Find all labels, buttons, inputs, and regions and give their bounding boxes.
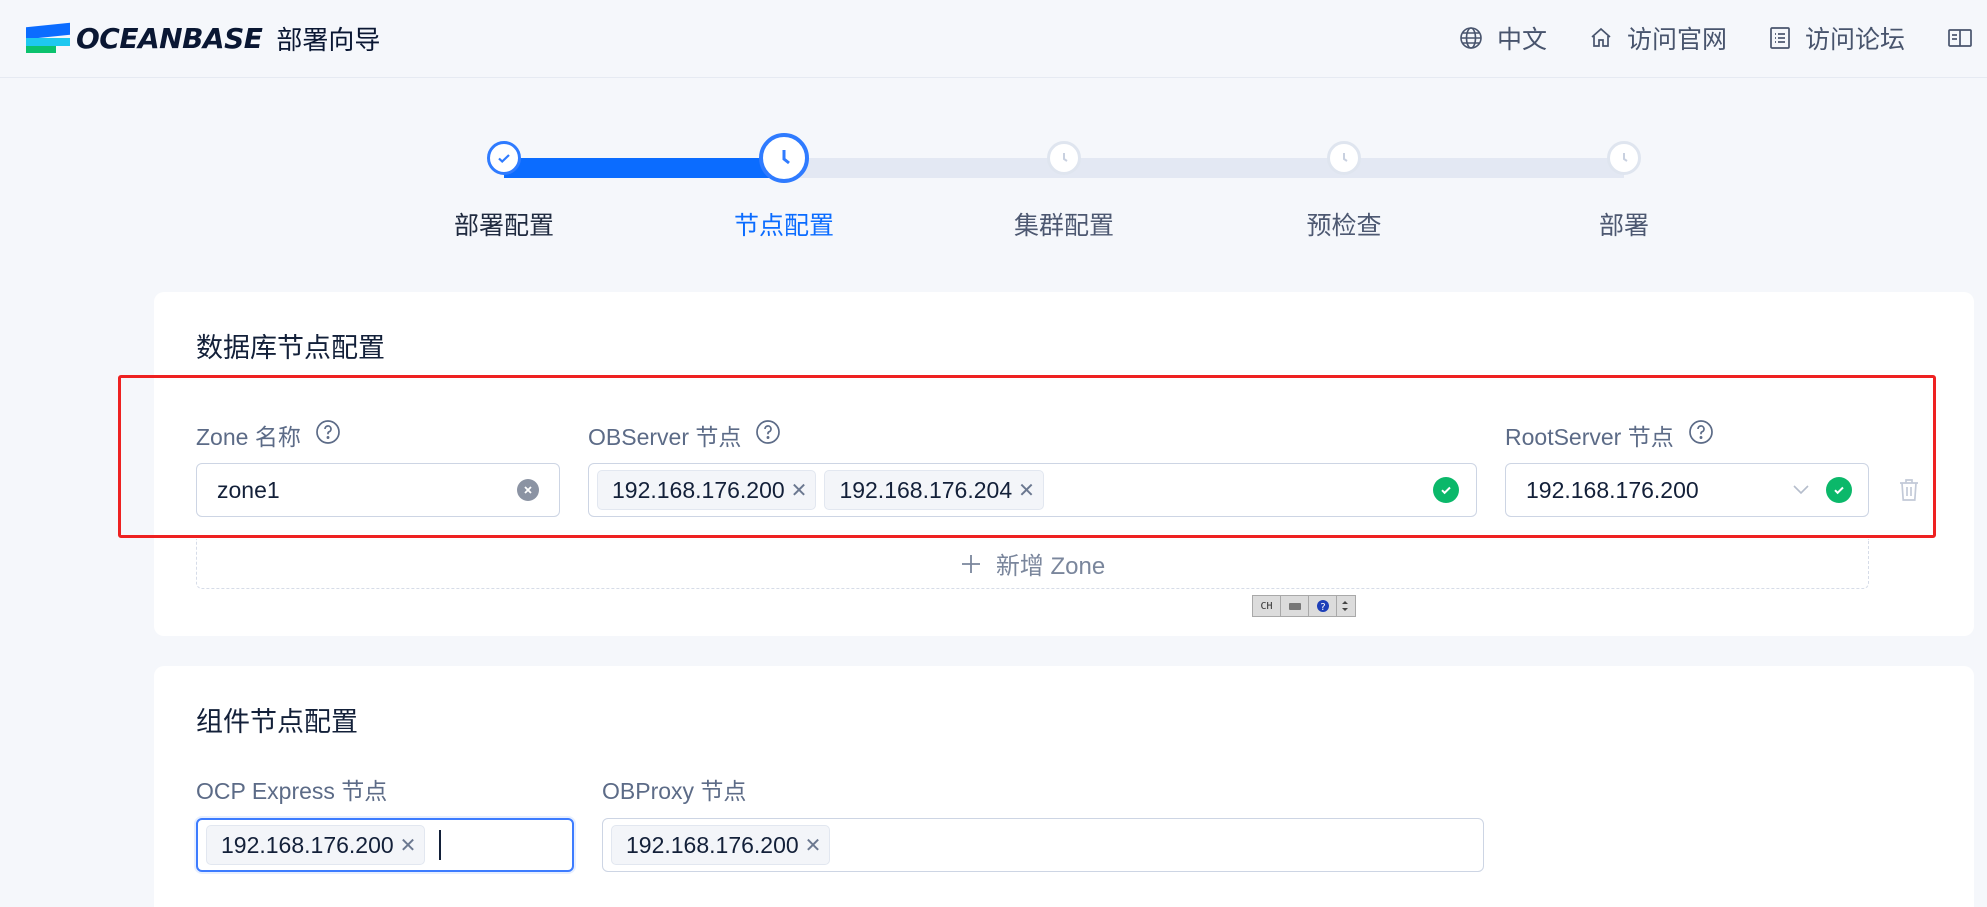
ime-mode-indicator[interactable]: CH bbox=[1253, 596, 1281, 616]
top-header: OCEANBASE 部署向导 中文 访问官网 访问论坛 bbox=[0, 0, 1987, 78]
observer-tag-text: 192.168.176.200 bbox=[612, 476, 785, 503]
visit-forum-label: 访问论坛 bbox=[1804, 26, 1905, 54]
close-icon[interactable]: ✕ bbox=[791, 478, 808, 503]
add-zone-button[interactable]: 新增 Zone bbox=[196, 539, 1869, 589]
visit-website-label: 访问官网 bbox=[1626, 26, 1727, 54]
observer-label-text: OBServer 节点 bbox=[588, 424, 742, 450]
step-2-label: 节点配置 bbox=[733, 212, 835, 240]
book-icon bbox=[1948, 29, 1972, 47]
step-5-clock-icon bbox=[1607, 141, 1641, 175]
rootserver-label-text: RootServer 节点 bbox=[1505, 424, 1674, 450]
obproxy-label-text: OBProxy 节点 bbox=[602, 778, 747, 804]
home-icon bbox=[1591, 27, 1611, 47]
language-label: 中文 bbox=[1496, 26, 1547, 54]
forum-icon bbox=[1770, 27, 1790, 49]
progress-steps: 部署配置 节点配置 集群配置 预检查 部署 bbox=[0, 130, 1987, 250]
close-icon[interactable]: ✕ bbox=[1018, 478, 1035, 503]
observer-help-icon[interactable] bbox=[755, 419, 781, 451]
rootserver-help-icon[interactable] bbox=[1688, 419, 1714, 451]
db-node-config-card: 数据库节点配置 Zone 名称 zone1 OBServer 节点 192.16… bbox=[154, 292, 1974, 636]
ocp-express-node-select[interactable]: 192.168.176.200 ✕ bbox=[196, 818, 574, 872]
step-4-label: 预检查 bbox=[1306, 212, 1382, 240]
close-icon[interactable]: ✕ bbox=[400, 833, 417, 858]
check-circle-icon bbox=[1826, 477, 1852, 503]
clear-icon[interactable] bbox=[517, 479, 539, 501]
ocp-express-label: OCP Express 节点 bbox=[196, 772, 387, 806]
text-cursor bbox=[439, 830, 442, 860]
globe-icon bbox=[1460, 27, 1482, 49]
obproxy-tag-text: 192.168.176.200 bbox=[626, 831, 799, 858]
oceanbase-logo-mark bbox=[26, 22, 72, 55]
ocp-express-label-text: OCP Express 节点 bbox=[196, 778, 388, 804]
ime-menu-arrow-icon[interactable] bbox=[1337, 596, 1353, 616]
delete-zone-icon[interactable] bbox=[1898, 477, 1920, 503]
close-icon[interactable]: ✕ bbox=[805, 833, 822, 858]
oceanbase-logo[interactable]: OCEANBASE 部署向导 bbox=[26, 20, 380, 57]
component-node-config-card: 组件节点配置 OCP Express 节点 192.168.176.200 ✕ … bbox=[154, 666, 1974, 907]
zone-name-input[interactable]: zone1 bbox=[196, 463, 560, 517]
step-5-label: 部署 bbox=[1598, 212, 1650, 240]
obproxy-tag: 192.168.176.200 ✕ bbox=[611, 825, 831, 865]
zone-name-value: zone1 bbox=[217, 476, 280, 503]
svg-text:?: ? bbox=[1320, 602, 1325, 613]
zone-help-icon[interactable] bbox=[315, 419, 341, 451]
step-track-done bbox=[504, 158, 784, 178]
step-1-done-icon bbox=[487, 141, 521, 175]
visit-forum-link[interactable]: 访问论坛 bbox=[1769, 20, 1905, 56]
obproxy-node-select[interactable]: 192.168.176.200 ✕ bbox=[602, 818, 1484, 872]
ocp-express-tag-text: 192.168.176.200 bbox=[221, 831, 394, 858]
step-3-label: 集群配置 bbox=[1013, 212, 1115, 240]
rootserver-select[interactable]: 192.168.176.200 bbox=[1505, 463, 1869, 517]
rootserver-value: 192.168.176.200 bbox=[1526, 476, 1699, 503]
step-4-clock-icon bbox=[1327, 141, 1361, 175]
step-3-clock-icon bbox=[1047, 141, 1081, 175]
observer-tag: 192.168.176.200 ✕ bbox=[597, 470, 817, 510]
ocp-express-tag: 192.168.176.200 ✕ bbox=[206, 825, 426, 865]
observer-label: OBServer 节点 bbox=[588, 418, 781, 452]
step-2-active-clock-icon bbox=[759, 133, 809, 183]
observer-tag: 192.168.176.204 ✕ bbox=[824, 470, 1044, 510]
logo-text: OCEANBASE bbox=[76, 22, 263, 55]
plus-icon bbox=[961, 554, 980, 573]
chevron-down-icon[interactable] bbox=[1792, 484, 1810, 496]
zone-name-label-text: Zone 名称 bbox=[196, 424, 301, 450]
obproxy-label: OBProxy 节点 bbox=[602, 772, 746, 806]
rootserver-label: RootServer 节点 bbox=[1505, 418, 1714, 452]
observer-tag-text: 192.168.176.204 bbox=[839, 476, 1013, 503]
header-nav: 中文 访问官网 访问论坛 bbox=[1459, 18, 1987, 58]
check-circle-icon bbox=[1433, 477, 1459, 503]
step-track-pending bbox=[784, 158, 1624, 178]
db-node-config-title: 数据库节点配置 bbox=[196, 333, 385, 363]
step-1-label: 部署配置 bbox=[453, 212, 555, 240]
zone-name-label: Zone 名称 bbox=[196, 418, 341, 452]
ime-toolbar[interactable]: CH ? bbox=[1252, 595, 1356, 617]
ime-help-icon[interactable]: ? bbox=[1309, 596, 1337, 616]
app-title: 部署向导 bbox=[276, 25, 381, 55]
add-zone-label: 新增 Zone bbox=[995, 553, 1106, 580]
component-node-config-title: 组件节点配置 bbox=[196, 707, 358, 737]
visit-website-link[interactable]: 访问官网 bbox=[1589, 20, 1727, 56]
docs-link[interactable] bbox=[1947, 26, 1987, 50]
language-switch[interactable]: 中文 bbox=[1459, 20, 1547, 56]
observer-node-select[interactable]: 192.168.176.200 ✕ 192.168.176.204 ✕ bbox=[588, 463, 1477, 517]
ime-keyboard-icon[interactable] bbox=[1281, 596, 1309, 616]
